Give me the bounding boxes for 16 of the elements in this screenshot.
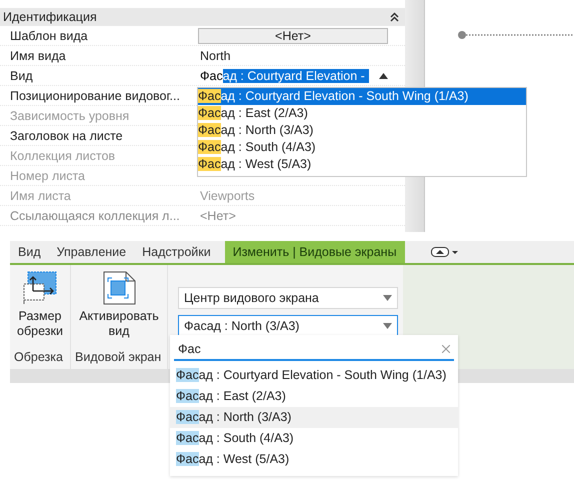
panel-title: Видовой экран — [74, 349, 162, 366]
property-label: Коллекция листов — [9, 148, 116, 165]
property-label: Ссылающаяся коллекция л... — [9, 208, 181, 225]
property-value: North — [199, 48, 231, 64]
group-title: Идентификация — [3, 10, 97, 24]
property-label: Имя вида — [9, 48, 67, 65]
property-value: Viewports — [199, 188, 255, 205]
property-label: Номер листа — [9, 168, 86, 185]
property-label: Имя листа — [9, 188, 72, 205]
property-value: <Нет> — [199, 208, 236, 224]
property-label: Заголовок на листе — [9, 128, 124, 145]
property-label: Вид — [9, 68, 34, 85]
property-label: Шаблон вида — [9, 28, 89, 45]
property-label: Зависимость уровня — [9, 108, 130, 125]
property-label: Позиционирование видовог... — [9, 88, 181, 105]
panel-title: Обрезка — [13, 349, 64, 366]
